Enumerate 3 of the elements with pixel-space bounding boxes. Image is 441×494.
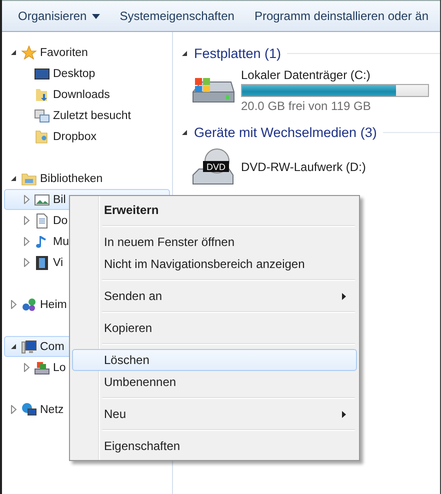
free-space-label: 20.0 GB frei von 119 GB <box>241 99 372 113</box>
group-title: Geräte mit Wechselmedien (3) <box>194 124 377 140</box>
group-title: Festplatten (1) <box>194 46 282 60</box>
